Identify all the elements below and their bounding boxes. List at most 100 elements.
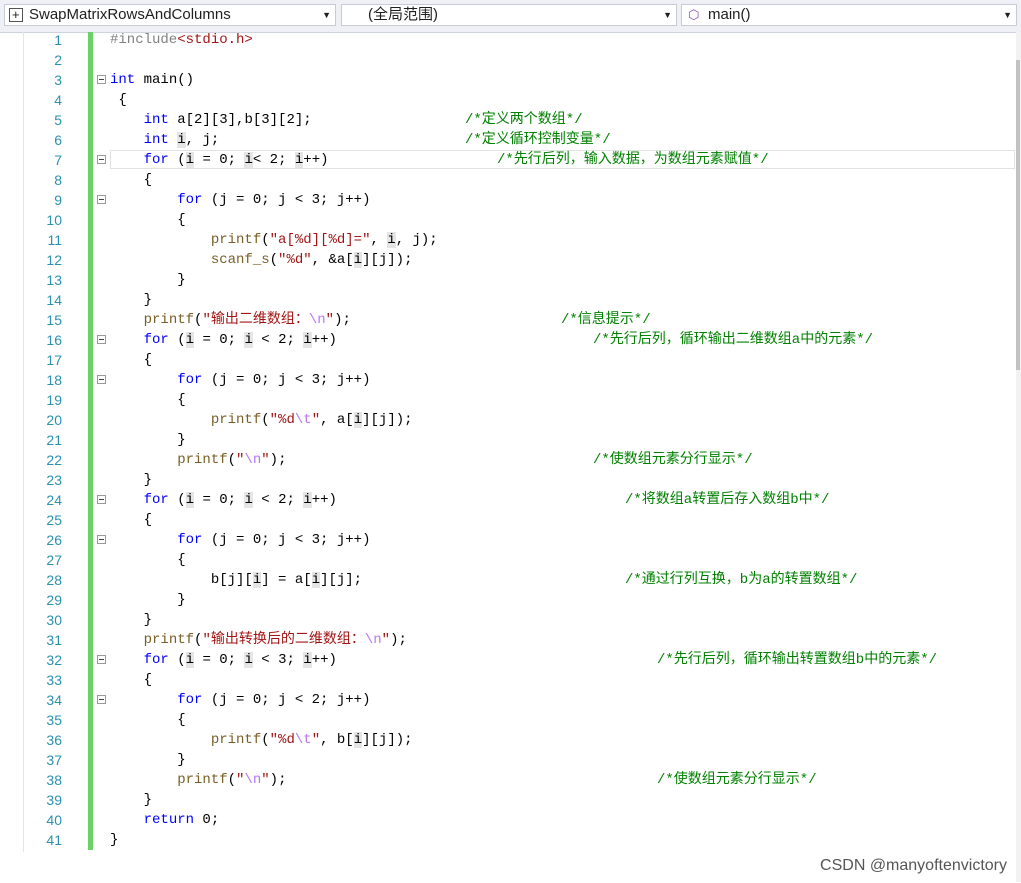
code-line[interactable]: 36 printf("%d\t", b[i][j]); [0,730,1015,750]
line-number: 18 [46,372,62,388]
line-number: 17 [46,352,62,368]
collapse-icon[interactable] [97,75,106,84]
line-number: 35 [46,712,62,728]
project-dropdown[interactable]: SwapMatrixRowsAndColumns ▼ [4,4,336,26]
code-text: for (i = 0; i < 2; i++) [143,332,337,348]
code-line[interactable]: 19 { [0,390,1015,410]
code-line[interactable]: 15 printf("输出二维数组：\n"); /*信息提示*/ [0,310,1015,330]
code-text: { [110,672,153,688]
code-line[interactable]: 18 for (j = 0; j < 3; j++) [0,370,1015,390]
code-line[interactable]: 6 int i, j; /*定义循环控制变量*/ [0,130,1015,150]
line-number: 39 [46,792,62,808]
code-comment: /*使数组元素分行显示*/ [593,452,753,468]
code-comment: /*使数组元素分行显示*/ [657,772,817,788]
collapse-icon[interactable] [97,695,106,704]
code-line[interactable]: 11 printf("a[%d][%d]=", i, j); [0,230,1015,250]
code-text: } [110,612,153,628]
code-line[interactable]: 21 } [0,430,1015,450]
collapse-icon[interactable] [97,335,106,344]
code-line[interactable]: 29 } [0,590,1015,610]
line-number: 23 [46,472,62,488]
collapse-icon[interactable] [97,375,106,384]
line-number: 12 [46,252,62,268]
code-line[interactable]: 41} [0,830,1015,850]
code-line[interactable]: 22 printf("\n"); /*使数组元素分行显示*/ [0,450,1015,470]
line-number: 8 [54,172,62,188]
code-line[interactable]: 20 printf("%d\t", a[i][j]); [0,410,1015,430]
code-line[interactable]: 10 { [0,210,1015,230]
line-number: 22 [46,452,62,468]
code-line[interactable]: 26 for (j = 0; j < 3; j++) [0,530,1015,550]
line-number: 19 [46,392,62,408]
collapse-icon[interactable] [97,155,106,164]
line-number: 15 [46,312,62,328]
code-line[interactable]: 30 } [0,610,1015,630]
code-text: { [110,92,127,108]
code-comment: /*先行后列，循环输出二维数组a中的元素*/ [593,332,874,348]
code-line[interactable]: 2 [0,50,1015,70]
code-text: printf("\n"); [177,452,287,468]
code-line[interactable]: 27 { [0,550,1015,570]
code-text: } [110,592,186,608]
line-number: 1 [54,32,62,48]
scrollbar-thumb[interactable] [1016,60,1020,370]
code-line[interactable]: 8 { [0,170,1015,190]
line-number: 37 [46,752,62,768]
collapse-icon[interactable] [97,195,106,204]
code-text: int main() [110,72,195,88]
code-line[interactable]: 25 { [0,510,1015,530]
collapse-icon[interactable] [97,535,106,544]
code-line[interactable]: 9 for (j = 0; j < 3; j++) [0,190,1015,210]
watermark: CSDN @manyoftenvictory [820,857,1007,874]
code-line[interactable]: 5 int a[2][3],b[3][2]; /*定义两个数组*/ [0,110,1015,130]
code-text: } [110,752,186,768]
code-line[interactable]: 28 b[j][i] = a[i][j]; /*通过行列互换，b为a的转置数组*/ [0,570,1015,590]
code-text: { [110,172,153,188]
line-number: 36 [46,732,62,748]
code-line[interactable]: 37 } [0,750,1015,770]
code-line[interactable]: 17 { [0,350,1015,370]
code-text: b[j][i] = a[i][j]; [110,572,363,588]
collapse-icon[interactable] [97,655,106,664]
code-line[interactable]: 1 #include<stdio.h> [0,30,1015,50]
chevron-down-icon: ▼ [663,10,672,20]
code-line[interactable]: 38 printf("\n"); /*使数组元素分行显示*/ [0,770,1015,790]
code-text: return 0; [143,812,220,828]
code-line[interactable]: 24 for (i = 0; i < 2; i++) /*将数组a转置后存入数组b… [0,490,1015,510]
code-line[interactable]: 23 } [0,470,1015,490]
scope-dropdown[interactable]: (全局范围) ▼ [341,4,677,26]
code-text: printf("%d\t", a[i][j]); [210,412,413,428]
line-number: 7 [54,152,62,168]
code-line[interactable]: 16 for (i = 0; i < 2; i++) /*先行后列，循环输出二维数… [0,330,1015,350]
line-number: 34 [46,692,62,708]
code-line[interactable]: 40 return 0; [0,810,1015,830]
code-line[interactable]: 14 } [0,290,1015,310]
code-editor[interactable]: 1 #include<stdio.h> 2 3 int main() 4 {5 int a… [0,30,1015,850]
code-line[interactable]: 34 for (j = 0; j < 2; j++) [0,690,1015,710]
chevron-down-icon: ▼ [322,10,331,20]
member-dropdown[interactable]: ⬡ main() ▼ [681,4,1017,26]
code-line[interactable]: 35 { [0,710,1015,730]
code-line[interactable]: 12 scanf_s("%d", &a[i][j]); [0,250,1015,270]
code-text: #include<stdio.h> [110,32,253,48]
line-number: 40 [46,812,62,828]
code-line[interactable]: 7 for (i = 0; i< 2; i++) /*先行后列，输入数据，为数组元… [0,150,1015,170]
code-comment: /*将数组a转置后存入数组b中*/ [625,492,830,508]
line-number: 41 [46,832,62,848]
code-line[interactable]: 33 { [0,670,1015,690]
code-text: } [110,472,153,488]
code-line[interactable]: 32 for (i = 0; i < 3; i++) /*先行后列，循环输出转置数… [0,650,1015,670]
line-number: 20 [46,412,62,428]
collapse-icon[interactable] [97,495,106,504]
code-line[interactable]: 13 } [0,270,1015,290]
code-line[interactable]: 3 int main() [0,70,1015,90]
code-text: int i, j; [143,132,220,148]
line-number: 27 [46,552,62,568]
code-line[interactable]: 31 printf("输出转换后的二维数组：\n"); [0,630,1015,650]
code-line[interactable]: 39 } [0,790,1015,810]
code-text: { [110,392,186,408]
code-line[interactable]: 4 { [0,90,1015,110]
line-number: 29 [46,592,62,608]
line-number: 6 [54,132,62,148]
code-text: printf("a[%d][%d]=", i, j); [210,232,438,248]
